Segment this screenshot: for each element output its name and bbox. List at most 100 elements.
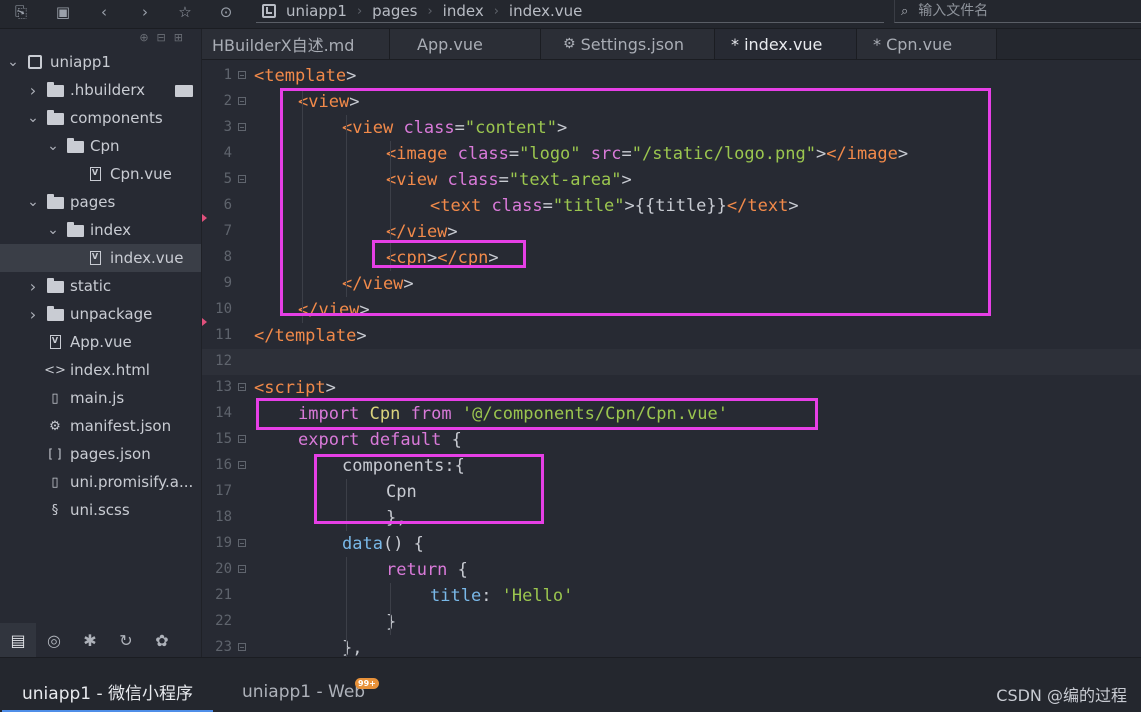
fold-toggle-icon[interactable] xyxy=(238,71,246,79)
watermark: CSDN @编的过程 xyxy=(996,686,1127,705)
console-tab-weixin[interactable]: uniapp1 - 微信小程序 xyxy=(2,672,214,712)
highlight-box xyxy=(280,88,991,316)
binoculars-icon[interactable]: ◎ xyxy=(36,623,72,657)
project-explorer: ⊕⊟⊞ ⌄ uniapp1 › .hbuilderx ⌄ components ⌄ Cpn V C… xyxy=(0,29,202,657)
fold-toggle-icon[interactable] xyxy=(238,565,246,573)
tree-item-label: index.html xyxy=(70,361,150,379)
tree-item[interactable]: [ ] pages.json xyxy=(0,440,201,468)
folder-icon xyxy=(175,85,193,97)
editor-tab-label: * Cpn.vue xyxy=(873,34,953,54)
file-icon: ▯ xyxy=(51,390,59,406)
fold-toggle-icon[interactable] xyxy=(238,123,246,131)
editor-tab[interactable]: * index.vue xyxy=(715,29,857,59)
chevron-right-icon: › xyxy=(29,80,37,100)
editor-tab-label: App.vue xyxy=(417,34,483,54)
tree-item[interactable]: › unpackage xyxy=(0,300,201,328)
code-token: <template xyxy=(254,66,347,86)
forward-icon[interactable]: › xyxy=(130,0,160,24)
tree-item[interactable]: ⌄ index xyxy=(0,216,201,244)
breadcrumb-item[interactable]: pages xyxy=(370,2,419,20)
tree-item[interactable]: ⌄ Cpn xyxy=(0,132,201,160)
new-file-icon[interactable]: ⎘ xyxy=(6,0,36,24)
editor-tab[interactable]: * Cpn.vue xyxy=(857,29,997,59)
folder-icon xyxy=(66,138,84,153)
tree-item[interactable]: ▯ uni.promisify.a... xyxy=(0,468,201,496)
breadcrumb-item[interactable]: uniapp1 xyxy=(284,2,349,20)
fold-toggle-icon[interactable] xyxy=(238,643,246,651)
code-line: 23}, xyxy=(202,635,1141,657)
breadcrumb-item[interactable]: index xyxy=(441,2,486,20)
code-token: () { xyxy=(382,534,424,554)
tree-item[interactable]: ⌄ components xyxy=(0,104,201,132)
fold-toggle-icon[interactable] xyxy=(238,175,246,183)
code-text: title: 'Hello' xyxy=(430,585,573,607)
code-token: } xyxy=(386,612,397,632)
fold-toggle-icon[interactable] xyxy=(238,461,246,469)
fold-toggle-icon[interactable] xyxy=(238,539,246,547)
line-number: 13 xyxy=(215,379,232,395)
highlight-box xyxy=(256,398,818,430)
code-editor[interactable]: 1 <template> 2 <view> 3 <view class="content"… xyxy=(202,60,1141,657)
tree-item[interactable]: ⚙ manifest.json xyxy=(0,412,201,440)
line-number: 6 xyxy=(223,197,232,213)
fold-toggle-icon[interactable] xyxy=(238,383,246,391)
file-search[interactable]: ⌕ xyxy=(894,0,1141,23)
tree-item-label: uniapp1 xyxy=(50,53,111,71)
editor-tab[interactable]: App.vue xyxy=(390,29,541,59)
code-text: data() { xyxy=(342,533,424,555)
star-icon[interactable]: ☆ xyxy=(170,0,200,24)
tree-item[interactable]: V Cpn.vue xyxy=(0,160,201,188)
breadcrumb-item[interactable]: index.vue xyxy=(507,2,584,20)
tree-item[interactable]: <> index.html xyxy=(0,356,201,384)
project-icon xyxy=(262,4,276,18)
tree-item[interactable]: Vindex.vue xyxy=(0,244,201,272)
code-token: export xyxy=(298,430,360,450)
file-search-input[interactable] xyxy=(918,3,1109,19)
tree-item[interactable]: › static xyxy=(0,272,201,300)
settings-file-icon: ⚙ xyxy=(49,418,61,434)
code-text: export default { xyxy=(298,429,462,451)
folder-icon xyxy=(46,306,64,321)
toolbar: ⎘ ▣ ‹ › ☆ ⊙ uniapp1 › pages › index › index.vu… xyxy=(0,0,1141,29)
tree-item-label: pages xyxy=(70,193,116,211)
tree-item-label: static xyxy=(70,277,112,295)
project-icon xyxy=(26,55,44,69)
editor-tab[interactable]: HBuilderX自述.md xyxy=(202,29,390,59)
tree-item[interactable]: › .hbuilderx xyxy=(0,76,201,104)
explorer-icon[interactable]: ▤ xyxy=(0,623,36,657)
chevron-down-icon: ⌄ xyxy=(27,194,39,210)
back-icon[interactable]: ‹ xyxy=(89,0,119,24)
chevron-down-icon: ⌄ xyxy=(7,54,19,70)
tree-item-label: uni.promisify.a... xyxy=(70,473,194,491)
code-line: 22} xyxy=(202,609,1141,635)
line-number: 23 xyxy=(215,639,232,655)
breadcrumb: uniapp1 › pages › index › index.vue xyxy=(256,0,884,23)
line-number: 12 xyxy=(215,353,232,369)
tree-item-label: pages.json xyxy=(70,445,151,463)
debug-bug-icon[interactable]: ✱ xyxy=(72,623,108,657)
folder-icon xyxy=(66,222,84,237)
tree-item[interactable]: ⌄ uniapp1 xyxy=(0,48,201,76)
tree-item[interactable]: § uni.scss xyxy=(0,496,201,524)
line-number: 18 xyxy=(215,509,232,525)
code-line: 15 export default { xyxy=(202,427,1141,453)
git-icon[interactable]: ↻ xyxy=(108,623,144,657)
editor-tab[interactable]: ⚙ Settings.json xyxy=(541,29,715,59)
code-line: 21 title: 'Hello' xyxy=(202,583,1141,609)
fold-toggle-icon[interactable] xyxy=(238,435,246,443)
fold-toggle-icon[interactable] xyxy=(238,97,246,105)
plugin-icon[interactable]: ✿ xyxy=(144,623,180,657)
highlight-box xyxy=(314,454,544,524)
explorer-tool-icons[interactable]: ⊕⊟⊞ xyxy=(139,31,191,44)
save-icon[interactable]: ▣ xyxy=(48,0,78,24)
tree-item[interactable]: ⌄ pages xyxy=(0,188,201,216)
tree-item[interactable]: ▯ main.js xyxy=(0,384,201,412)
line-number: 4 xyxy=(223,145,232,161)
code-text: return { xyxy=(386,559,468,581)
line-number: 3 xyxy=(223,119,232,135)
run-icon[interactable]: ⊙ xyxy=(211,0,241,24)
code-token: </template xyxy=(254,326,357,346)
tree-item[interactable]: V App.vue xyxy=(0,328,201,356)
change-marker-icon xyxy=(202,214,207,222)
